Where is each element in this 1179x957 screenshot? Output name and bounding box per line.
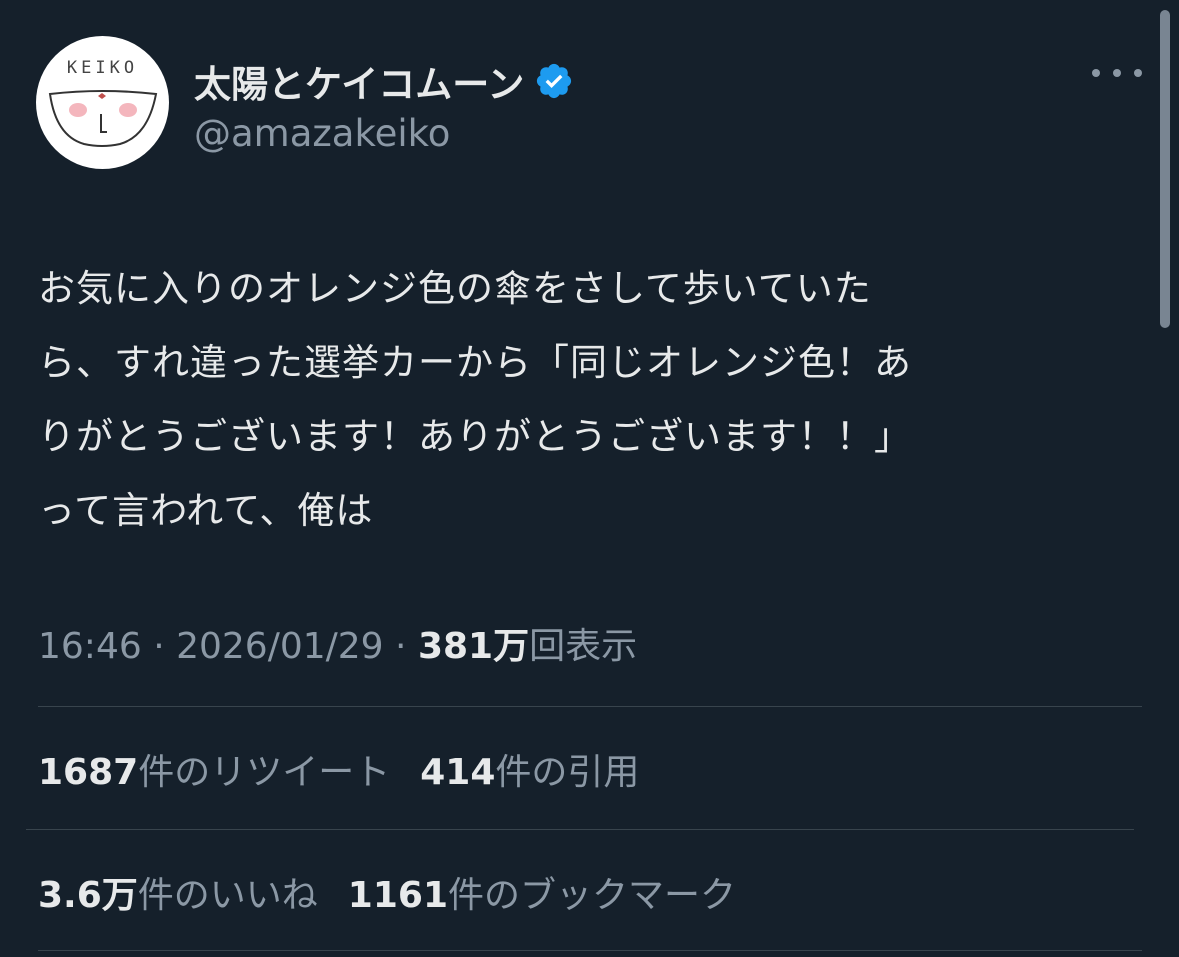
bookmarks-link[interactable]: 1161件のブックマーク (348, 875, 736, 916)
scrollbar[interactable] (1160, 10, 1170, 328)
quotes-link[interactable]: 414件の引用 (420, 752, 639, 793)
retweets-link[interactable]: 1687件のリツイート (38, 752, 390, 793)
display-name[interactable]: 太陽とケイコムーン (194, 54, 524, 108)
retweets-label: 件のリツイート (138, 752, 391, 793)
more-dot (1134, 69, 1142, 77)
user-handle[interactable]: @amazakeiko (194, 112, 450, 155)
name-row: 太陽とケイコムーン (194, 54, 574, 108)
tweet-time[interactable]: 16:46 (38, 626, 142, 667)
more-dot (1113, 69, 1121, 77)
avatar[interactable]: KEIKO (36, 36, 169, 169)
avatar-logo-text: KEIKO (66, 58, 139, 78)
avatar-drawing (48, 90, 158, 147)
views-count: 381万 (417, 626, 530, 667)
likes-link[interactable]: 3.6万件のいいね (38, 875, 318, 916)
divider (38, 950, 1142, 951)
bookmarks-label: 件のブックマーク (448, 875, 737, 916)
more-options-icon[interactable] (1092, 58, 1142, 88)
divider (26, 829, 1134, 830)
likes-label: 件のいいね (137, 875, 318, 916)
more-dot (1092, 69, 1100, 77)
stats-row-1: 1687件のリツイート 414件の引用 (38, 743, 639, 795)
meta-separator: · (383, 626, 418, 667)
tweet-date[interactable]: 2026/01/29 (176, 626, 384, 667)
likes-count: 3.6万 (38, 875, 138, 916)
quotes-label: 件の引用 (495, 752, 640, 793)
meta-separator: · (141, 626, 177, 667)
views-label: 回表示 (529, 626, 638, 667)
tweet-meta: 16:46 · 2026/01/29 · 381万回表示 (38, 617, 637, 669)
bookmarks-count: 1161 (347, 875, 448, 916)
tweet-text: お気に入りのオレンジ色の傘をさして歩いていた ら、すれ違った選挙カーから「同じオ… (38, 267, 912, 532)
retweets-count: 1687 (38, 752, 139, 793)
stats-row-2: 3.6万件のいいね 1161件のブックマーク (38, 866, 736, 918)
divider (38, 706, 1142, 707)
verified-badge-icon (537, 63, 572, 99)
quotes-count: 414 (420, 752, 496, 793)
tweet-header: KEIKO 太陽とケイコムーン @amazakeiko (36, 36, 1146, 176)
